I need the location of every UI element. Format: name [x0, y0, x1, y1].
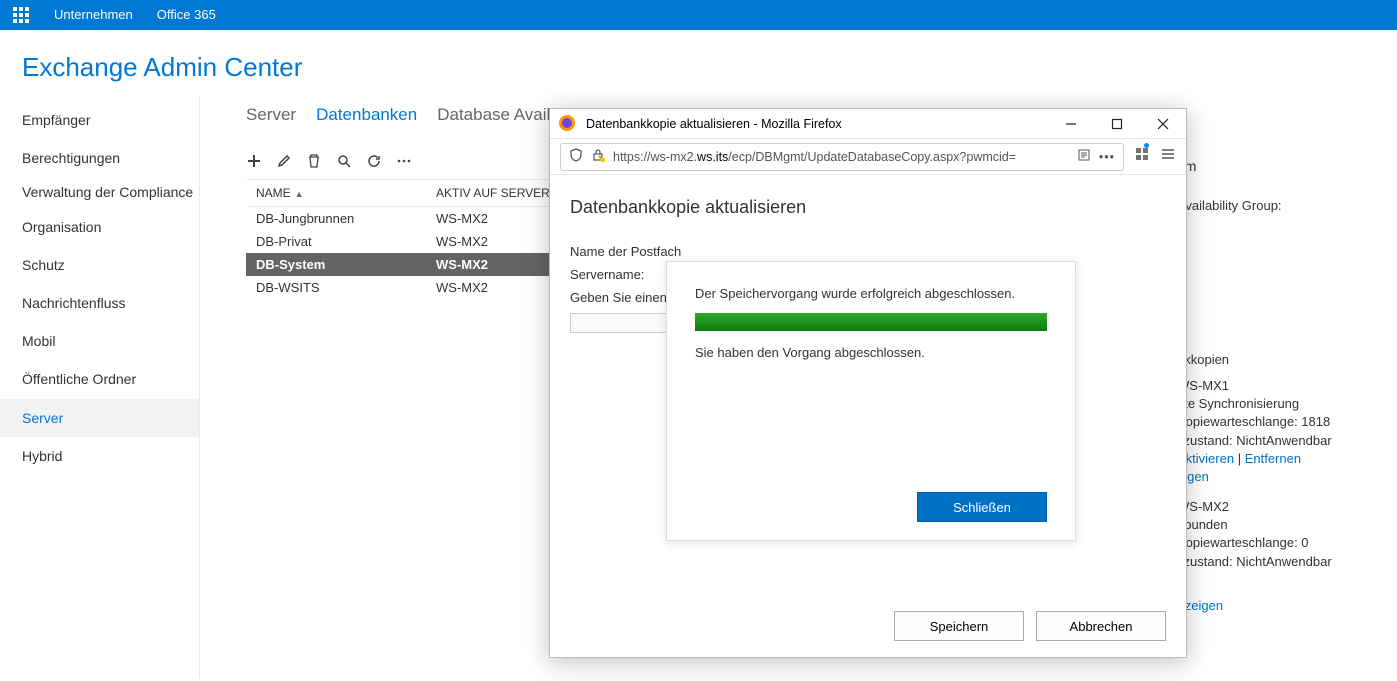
progress-dialog: Der Speichervorgang wurde erfolgreich ab… — [666, 261, 1076, 541]
sidenav-item-2[interactable]: Verwaltung der Compliance — [0, 177, 199, 207]
cell-name: DB-WSITS — [246, 276, 426, 299]
dag-label: Availability Group: — [1177, 197, 1397, 215]
maximize-button[interactable] — [1094, 109, 1140, 139]
save-button[interactable]: Speichern — [894, 611, 1024, 641]
copy1-sync: ute Synchronisierung — [1177, 395, 1397, 413]
form-label-dbname: Name der Postfach — [570, 244, 1166, 259]
popup-titlebar[interactable]: Datenbankkopie aktualisieren - Mozilla F… — [550, 109, 1186, 139]
popup-title: Datenbankkopie aktualisieren - Mozilla F… — [586, 117, 1048, 131]
sidenav-item-6[interactable]: Mobil — [0, 322, 199, 360]
edit-icon[interactable] — [276, 153, 292, 169]
popup-urlbar-row: https://ws-mx2.ws.its/ecp/DBMgmt/UpdateD… — [550, 139, 1186, 175]
sidenav-item-7[interactable]: Öffentliche Ordner — [0, 360, 199, 398]
sidenav-item-8[interactable]: Server — [0, 399, 199, 437]
copy2-queue: Kopiewarteschlange: 0 — [1177, 534, 1397, 552]
tab-0[interactable]: Server — [246, 105, 296, 125]
sort-asc-icon: ▲ — [295, 189, 304, 199]
detail-header: em — [1177, 157, 1397, 177]
extension-icon[interactable] — [1134, 146, 1150, 167]
sidenav-item-5[interactable]: Nachrichtenfluss — [0, 284, 199, 322]
hamburger-icon[interactable] — [1160, 146, 1176, 167]
firefox-icon — [558, 114, 578, 134]
top-link-o365[interactable]: Office 365 — [145, 0, 228, 30]
lock-warning-icon[interactable] — [591, 148, 605, 165]
cancel-button[interactable]: Abbrechen — [1036, 611, 1166, 641]
side-nav: EmpfängerBerechtigungenVerwaltung der Co… — [0, 97, 200, 678]
copy2-state: xzustand: NichtAnwendbar — [1177, 553, 1397, 571]
form-input-source[interactable] — [570, 313, 670, 333]
more-icon[interactable] — [396, 153, 412, 169]
link-remove[interactable]: Entfernen — [1245, 451, 1301, 466]
detail-pane: em Availability Group: nkkopien WS-MX1 u… — [1177, 157, 1397, 615]
sidenav-item-3[interactable]: Organisation — [0, 208, 199, 246]
refresh-icon[interactable] — [366, 153, 382, 169]
copy1-state: xzustand: NichtAnwendbar — [1177, 432, 1397, 450]
copy2-server: WS-MX2 — [1177, 498, 1397, 516]
sidenav-item-4[interactable]: Schutz — [0, 246, 199, 284]
top-link-enterprise[interactable]: Unternehmen — [42, 0, 145, 30]
url-text: https://ws-mx2.ws.its/ecp/DBMgmt/UpdateD… — [613, 150, 1016, 164]
shield-icon[interactable] — [569, 148, 583, 165]
col-name[interactable]: NAME▲ — [246, 180, 426, 207]
popup-window: Datenbankkopie aktualisieren - Mozilla F… — [549, 108, 1187, 658]
progress-message: Der Speichervorgang wurde erfolgreich ab… — [695, 286, 1047, 301]
copy1-queue: Kopiewarteschlange: 1818 — [1177, 413, 1397, 431]
cell-name: DB-Privat — [246, 230, 426, 253]
page-title: Exchange Admin Center — [0, 30, 1397, 97]
waffle-icon[interactable] — [6, 0, 36, 30]
top-bar: Unternehmen Office 365 — [0, 0, 1397, 30]
sidenav-item-0[interactable]: Empfänger — [0, 101, 199, 139]
sidenav-item-9[interactable]: Hybrid — [0, 437, 199, 475]
copy2-bound: ebunden — [1177, 516, 1397, 534]
progress-complete-message: Sie haben den Vorgang abgeschlossen. — [695, 345, 1047, 360]
cell-name: DB-System — [246, 253, 426, 276]
copy1-server: WS-MX1 — [1177, 377, 1397, 395]
copies-header: nkkopien — [1177, 351, 1397, 369]
sidenav-item-1[interactable]: Berechtigungen — [0, 139, 199, 177]
close-dialog-button[interactable]: Schließen — [917, 492, 1047, 522]
tab-1[interactable]: Datenbanken — [316, 105, 417, 125]
progress-bar — [695, 313, 1047, 331]
reader-icon[interactable] — [1077, 148, 1091, 165]
minimize-button[interactable] — [1048, 109, 1094, 139]
search-icon[interactable] — [336, 153, 352, 169]
popup-heading: Datenbankkopie aktualisieren — [570, 197, 1166, 218]
close-button[interactable] — [1140, 109, 1186, 139]
url-input[interactable]: https://ws-mx2.ws.its/ecp/DBMgmt/UpdateD… — [560, 143, 1124, 171]
add-icon[interactable] — [246, 153, 262, 169]
url-more-icon[interactable]: ••• — [1099, 150, 1115, 164]
cell-name: DB-Jungbrunnen — [246, 207, 426, 231]
delete-icon[interactable] — [306, 153, 322, 169]
